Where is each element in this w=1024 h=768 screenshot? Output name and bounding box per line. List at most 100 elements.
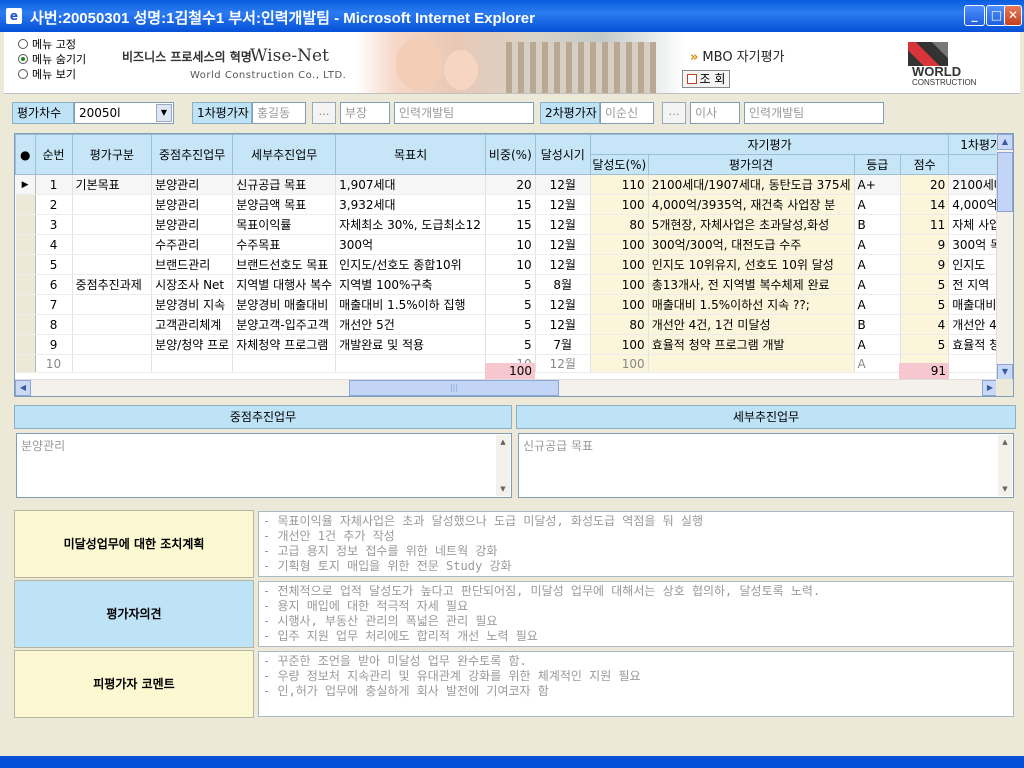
row-indicator[interactable] [15,274,36,295]
cell-period[interactable]: 12월 [535,194,591,215]
cell-detail[interactable]: 분양경비 매출대비 [232,294,337,315]
scroll-up-icon[interactable]: ▲ [998,435,1012,449]
cell-opinion[interactable]: 인지도 10위유지, 선호도 10위 달성 [648,254,855,275]
current-row-arrow-icon[interactable]: ▶ [15,174,36,195]
table-row[interactable]: 4 수주관리 수주목표 300억 10 12월 100 300억/300억, 대전도급 수주 A… [15,234,1013,255]
cell-grade[interactable]: A [854,194,902,215]
cell-weight[interactable]: 5 [485,334,536,355]
col-score[interactable]: 점수 [900,154,950,175]
cell-achieve[interactable]: 100 [590,254,649,275]
cell-detail[interactable]: 분양금액 목표 [232,194,337,215]
cell-weight[interactable]: 20 [485,174,536,195]
row-indicator[interactable] [15,314,36,335]
first-evaluator-search-button[interactable]: … [312,102,336,124]
cell-category[interactable] [72,314,153,335]
cell-target[interactable]: 자체최소 30%, 도급최소12 [335,214,487,235]
cell-detail[interactable]: 분양고객-입주고객 [232,314,337,335]
cell-target[interactable]: 지역별 100%구축 [335,274,487,295]
cell-score[interactable]: 4 [900,314,950,335]
cell-target[interactable]: 인지도/선호도 종합10위 [335,254,487,275]
col-grade[interactable]: 등급 [853,154,902,175]
cell-score[interactable]: 5 [900,334,950,355]
cell-weight[interactable]: 5 [485,294,536,315]
cell-weight[interactable]: 10 [485,234,536,255]
cell-opinion[interactable]: 매출대비 1.5%이하선 지속 ??; [648,294,855,315]
cell-score[interactable]: 9 [900,254,950,275]
col-weight[interactable]: 비중(%) [485,134,536,175]
table-row[interactable]: 3 분양관리 목표이익률 자체최소 30%, 도급최소12 15 12월 80 5개현장, 자… [15,214,1013,235]
cell-grade[interactable]: A [854,254,902,275]
chevron-down-icon[interactable]: ▼ [156,104,172,122]
cell-category[interactable] [72,254,153,275]
cell-score[interactable]: 5 [900,294,950,315]
row-indicator[interactable] [15,254,36,275]
cell-achieve[interactable]: 100 [590,274,649,295]
cell-weight[interactable]: 15 [485,194,536,215]
cell-key[interactable]: 분양관리 [151,174,234,195]
cell-target[interactable]: 개발완료 및 적용 [335,334,487,355]
radio-selected-icon[interactable] [18,54,28,64]
scroll-up-icon[interactable]: ▲ [997,134,1013,150]
cell-category[interactable] [72,334,153,355]
cell-key[interactable]: 분양/청약 프로 [151,334,234,355]
grid-horizontal-scrollbar[interactable]: ◀ ||| ▶ [15,379,998,396]
cell-period[interactable]: 7월 [535,334,591,355]
cell-detail[interactable]: 목표이익률 [232,214,337,235]
col-key-task[interactable]: 중점추진업무 [151,134,234,175]
cell-score[interactable]: 11 [900,214,950,235]
second-evaluator-search-button[interactable]: … [662,102,686,124]
cell-period[interactable]: 12월 [535,214,591,235]
cell-period[interactable]: 12월 [535,294,591,315]
cell-grade[interactable]: A [854,294,902,315]
row-indicator[interactable] [15,234,36,255]
textarea-scrollbar[interactable]: ▲ ▼ [496,435,510,496]
cell-achieve[interactable]: 100 [590,334,649,355]
scroll-down-icon[interactable]: ▼ [998,482,1012,496]
evaluatee-comment-textarea[interactable]: - 꾸준한 조언을 받아 미달성 업무 완수토록 함. - 우량 정보처 지속관리… [258,651,1014,717]
evaluation-grid[interactable]: ● 순번 평가구분 중점추진업무 세부추진업무 목표치 비중(%) 달성시기 자… [14,133,1014,397]
col-achieve[interactable]: 달성도(%) [589,154,649,175]
cell-key[interactable]: 분양경비 지속 [151,294,234,315]
table-row[interactable]: ▶ 1 기본목표 분양관리 신규공급 목표 1,907세대 20 12월 110 2100세대/1… [15,174,1013,195]
menu-option-hide[interactable]: 메뉴 숨기기 [18,52,86,67]
scroll-left-icon[interactable]: ◀ [15,380,31,396]
key-task-textarea[interactable]: 분양관리 ▲ ▼ [16,433,512,498]
table-row[interactable]: 6 중점추진과제 시장조사 Net 지역별 대행사 복수 지역별 100%구축 5 8월 10… [15,274,1013,295]
col-opinion[interactable]: 평가의견 [647,154,855,175]
second-evaluator-dept[interactable]: 인력개발팀 [744,102,884,124]
cell-key[interactable]: 시장조사 Net [151,274,234,295]
grid-vertical-scrollbar[interactable]: ▲ ▼ [996,134,1013,380]
query-button[interactable]: 조 회 [682,70,730,88]
cell-score[interactable]: 14 [900,194,950,215]
cell-opinion[interactable]: 총13개사, 전 지역별 복수체제 완료 [648,274,855,295]
horizontal-scroll-thumb[interactable]: ||| [349,380,559,396]
menu-option-fixed[interactable]: 메뉴 고정 [18,37,86,52]
cell-seq[interactable]: 3 [35,214,73,235]
cell-weight[interactable]: 15 [485,214,536,235]
cell-key[interactable]: 브랜드관리 [151,254,234,275]
cell-achieve[interactable]: 100 [590,194,649,215]
cell-achieve[interactable]: 80 [590,314,649,335]
row-indicator[interactable] [15,294,36,315]
cell-opinion[interactable]: 효율적 청약 프로그램 개발 [648,334,855,355]
cell-detail[interactable]: 지역별 대행사 복수 [232,274,337,295]
table-row[interactable]: 2 분양관리 분양금액 목표 3,932세대 15 12월 100 4,000억/3935억,… [15,194,1013,215]
second-evaluator-name[interactable]: 이순신 [600,102,654,124]
table-row[interactable]: 7 분양경비 지속 분양경비 매출대비 매출대비 1.5%이하 집행 5 12월 100 매출… [15,294,1013,315]
cell-seq[interactable]: 8 [35,314,73,335]
cell-period[interactable]: 8월 [535,274,591,295]
col-detail-task[interactable]: 세부추진업무 [232,134,337,175]
cell-grade[interactable]: B [854,314,902,335]
vertical-scroll-thumb[interactable] [997,152,1013,212]
cell-grade[interactable]: A [854,334,902,355]
cell-achieve[interactable]: 80 [590,214,649,235]
cell-period[interactable]: 12월 [535,234,591,255]
table-row[interactable]: 8 고객관리체계 분양고객-입주고객 개선안 5건 5 12월 80 개선안 4건, 1건 미… [15,314,1013,335]
cell-score[interactable]: 5 [900,274,950,295]
second-evaluator-rank[interactable]: 이사 [690,102,740,124]
cell-category[interactable] [72,194,153,215]
cell-key[interactable]: 분양관리 [151,214,234,235]
round-select[interactable]: 20050l ▼ [74,102,174,124]
menu-option-show[interactable]: 메뉴 보기 [18,67,86,82]
cell-opinion[interactable]: 300억/300억, 대전도급 수주 [648,234,855,255]
